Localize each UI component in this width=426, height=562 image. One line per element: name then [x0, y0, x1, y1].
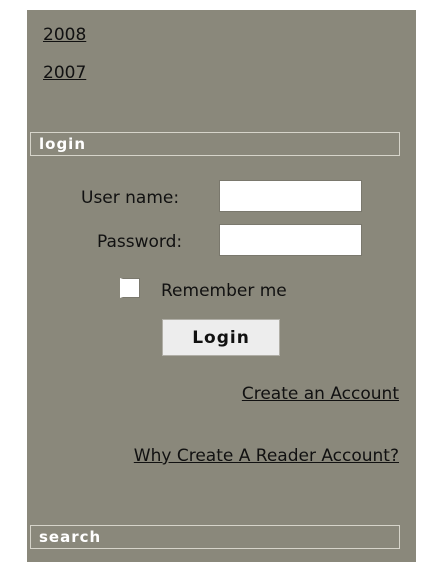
- remember-me-checkbox[interactable]: [120, 278, 140, 298]
- create-account-link[interactable]: Create an Account: [242, 384, 399, 404]
- username-input[interactable]: [219, 180, 362, 212]
- password-label: Password:: [97, 232, 183, 252]
- login-section-header: login: [30, 132, 400, 156]
- username-label: User name:: [81, 188, 180, 208]
- archive-link-2008[interactable]: 2008: [43, 25, 86, 45]
- remember-me-label: Remember me: [161, 281, 287, 301]
- search-section-header: search: [30, 525, 400, 549]
- sidebar-panel: 2008 2007 login User name: Password: Rem…: [27, 10, 416, 562]
- login-button[interactable]: Login: [162, 319, 280, 356]
- why-create-account-link[interactable]: Why Create A Reader Account?: [134, 446, 399, 466]
- archive-link-2007[interactable]: 2007: [43, 63, 86, 83]
- password-input[interactable]: [219, 224, 362, 256]
